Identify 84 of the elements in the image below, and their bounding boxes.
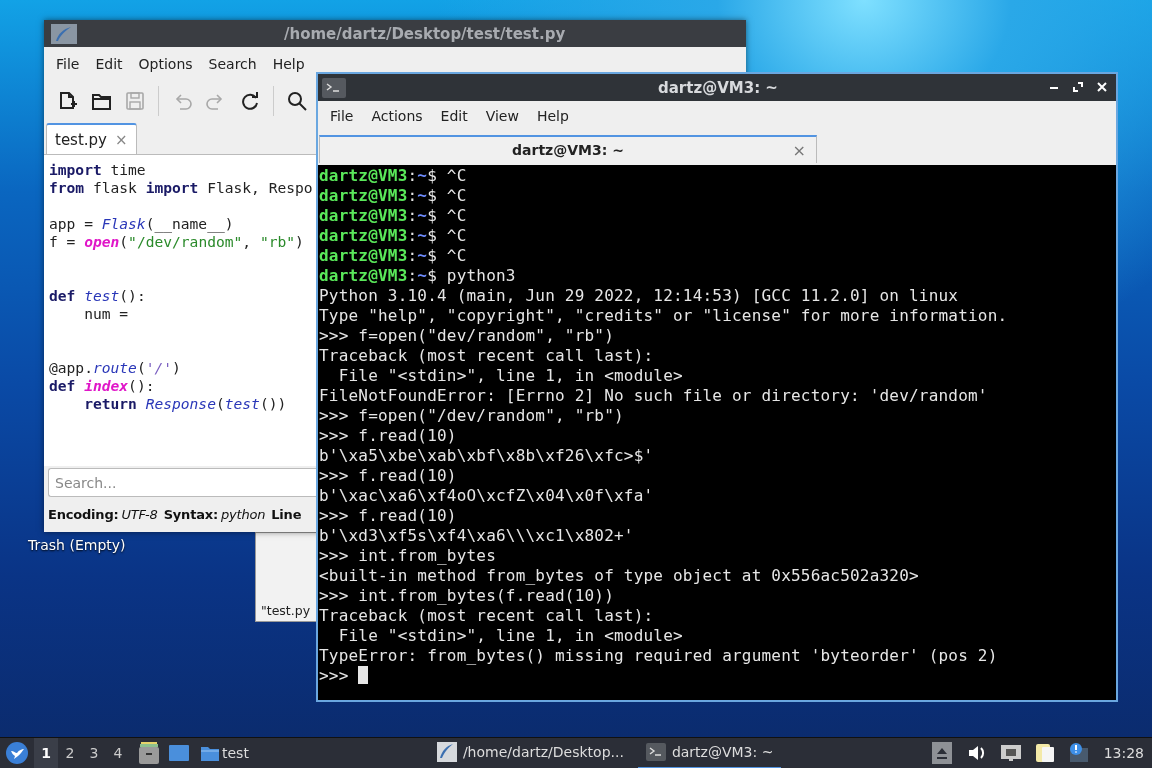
terminal-line: Traceback (most recent call last): [319, 346, 654, 366]
code-line: f = open("/dev/random", "rb") [49, 233, 304, 251]
folder-icon [200, 744, 220, 762]
workspace-button[interactable]: 1 [34, 737, 58, 768]
code-line: return Response(test()) [83, 395, 287, 413]
file-tab[interactable]: test.py × [46, 123, 137, 154]
terminal-line: dartz@VM3:~$ ^C [319, 166, 467, 186]
terminal-line: >>> [319, 666, 368, 686]
workspace-button[interactable]: 4 [106, 737, 130, 768]
folder-launcher[interactable]: test [200, 744, 249, 762]
taskbar-task[interactable]: /home/dartz/Desktop... [428, 737, 632, 768]
window-text: "test.py [261, 603, 311, 618]
menu-item[interactable]: Search [200, 55, 265, 72]
terminal-icon [322, 78, 346, 98]
terminal-line: b'\xd3\xf5s\xf4\xa6\\\xc1\x802+' [319, 526, 634, 546]
code-line: def index(): [49, 377, 155, 395]
terminal-line: FileNotFoundError: [Errno 2] No such file or directory: 'dev/random' [319, 386, 988, 406]
workspace-button[interactable]: 3 [82, 737, 106, 768]
terminal-icon [645, 743, 666, 761]
terminal-line: >>> f.read(10) [319, 466, 457, 486]
terminal-line: dartz@VM3:~$ ^C [319, 186, 467, 206]
code-line: @app.route('/') [49, 359, 181, 377]
menu-item[interactable]: Options [130, 55, 201, 72]
eject-icon[interactable] [931, 742, 954, 764]
terminal-line: dartz@VM3:~$ ^C [319, 206, 467, 226]
menu-item[interactable]: File [321, 108, 363, 124]
code-editor[interactable]: import time from flask import Flask, Respo app = Flask(__name__) f = open("/dev/random", "rb") def test(): num = @app.route('/') def index(): return Response(test()) [44, 155, 316, 466]
terminal-tab[interactable]: dartz@VM3: ~ × [319, 135, 817, 163]
terminal-line: >>> f=open("dev/random", "rb") [319, 326, 614, 346]
clipboard-icon[interactable] [1033, 742, 1056, 764]
background-window[interactable]: "test.py [255, 532, 316, 622]
menu-item[interactable]: View [476, 108, 528, 124]
terminal-line: TypeError: from_bytes() missing required argument 'byteorder' (pos 2) [319, 646, 998, 666]
menu-item[interactable]: Actions [362, 108, 432, 124]
terminal-line: >>> int.from_bytes(f.read(10)) [319, 586, 614, 606]
window-title: dartz@VM3: ~ [658, 78, 778, 97]
terminal-screen[interactable] [318, 165, 1116, 700]
status-field: Encoding: UTF-8 [48, 506, 158, 522]
code-line: num = [83, 305, 129, 323]
network-icon[interactable] [999, 742, 1022, 764]
menu-item[interactable]: Edit [87, 55, 131, 72]
window-title: /home/dartz/Desktop/test/test.py [284, 24, 566, 43]
terminal-line: b'\xac\xa6\xf4oO\xcfZ\x04\x0f\xfa' [319, 486, 654, 506]
terminal-line: dartz@VM3:~$ ^C [319, 226, 467, 246]
terminal-line: >>> f.read(10) [319, 426, 457, 446]
terminal-line: dartz@VM3:~$ python3 [319, 266, 516, 286]
maximize-icon[interactable] [1072, 81, 1084, 93]
code-line: import time [49, 161, 146, 179]
terminal-line: <built-in method from_bytes of type object at 0x556ac502a320> [319, 566, 919, 586]
menu-item[interactable]: Help [264, 55, 313, 72]
close-icon[interactable]: × [115, 130, 128, 149]
start-menu-icon[interactable] [6, 742, 28, 764]
close-icon[interactable]: × [792, 141, 806, 160]
trash-label[interactable]: Trash (Empty) [28, 537, 126, 553]
terminal-line: b'\xa5\xbe\xab\xbf\x8b\xf26\xfc>$' [319, 446, 654, 466]
file-cabinet-icon[interactable] [138, 741, 160, 765]
menu-item[interactable]: File [48, 55, 88, 72]
status-field: Line [271, 506, 302, 522]
code-line: from flask import Flask, Respo [49, 179, 313, 197]
code-line: def test(): [49, 287, 146, 305]
search-icon[interactable] [286, 90, 308, 112]
menu-item[interactable]: Edit [431, 108, 477, 124]
terminal-line: Type "help", "copyright", "credits" or "license" for more information. [319, 306, 1008, 326]
feather-icon [436, 742, 457, 762]
terminal-line: >>> int.from_bytes [319, 546, 496, 566]
workspace-button[interactable]: 2 [58, 737, 82, 768]
close-icon[interactable] [1096, 81, 1108, 93]
terminal-line: >>> f.read(10) [319, 506, 457, 526]
terminal-line: Traceback (most recent call last): [319, 606, 654, 626]
feather-icon [51, 24, 77, 44]
terminal-line: File "<stdin>", line 1, in <module> [337, 626, 683, 646]
terminal-line: Python 3.10.4 (main, Jun 29 2022, 12:14:53) [GCC 11.2.0] on linux [319, 286, 959, 306]
terminal-line: dartz@VM3:~$ ^C [319, 246, 467, 266]
notification-icon[interactable] [1067, 742, 1090, 764]
search-field[interactable]: Search... [48, 468, 316, 497]
taskbar-task[interactable]: dartz@VM3: ~ [637, 737, 782, 768]
clock[interactable]: 13:28 [1103, 745, 1144, 761]
code-line: app = Flask(__name__) [49, 215, 234, 233]
menu-item[interactable]: Help [527, 108, 578, 124]
terminal-line: File "<stdin>", line 1, in <module> [337, 366, 683, 386]
desktop-icon[interactable] [168, 743, 190, 763]
terminal-line: >>> f=open("/dev/random", "rb") [319, 406, 624, 426]
reload-icon[interactable] [239, 90, 261, 112]
status-field: Syntax: python [163, 506, 266, 522]
